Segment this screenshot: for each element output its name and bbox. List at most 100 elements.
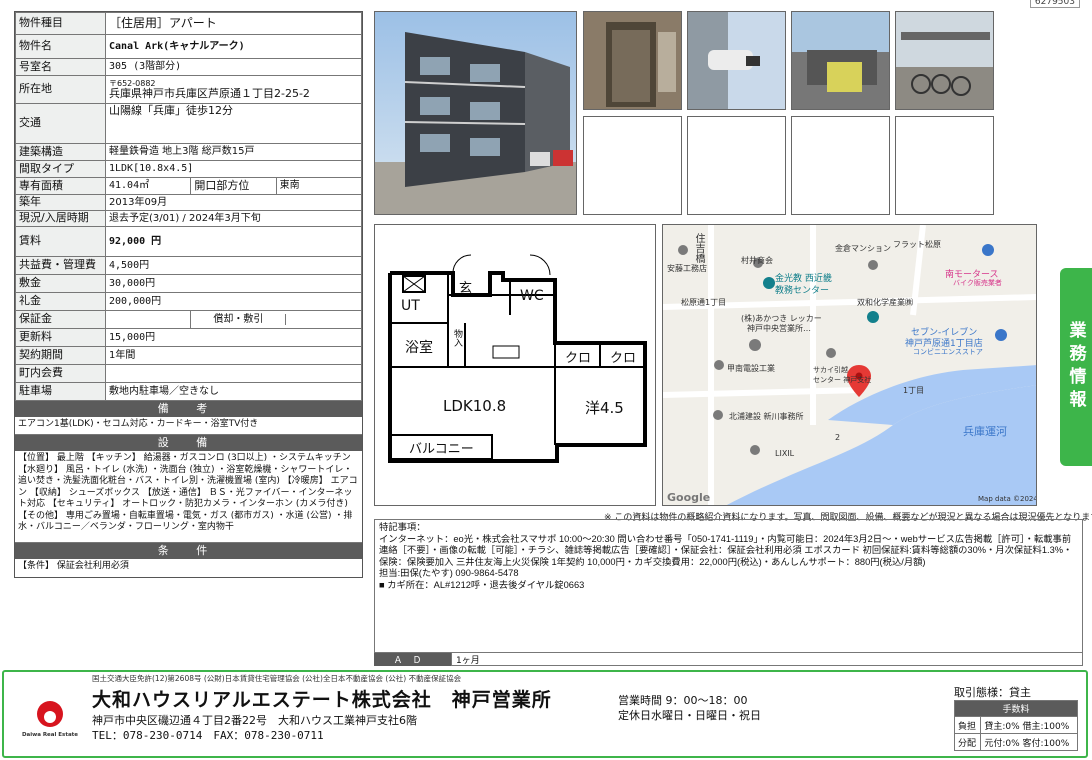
map-label: 村井商会 — [741, 256, 773, 265]
holidays: 定休日水曜日・日曜日・祝日 — [618, 709, 761, 722]
map-label: 安藤工務店 — [667, 264, 707, 273]
license-text: 国土交通大臣免許(12)第2608号 (公財)日本賃貸住宅管理協会 (公社)全日… — [92, 674, 462, 683]
notes-body: インターネット：eo光・株式会社スマサポ 10:00～20:30 問い合わせ番号… — [379, 533, 1073, 567]
company-address: 神戸市中央区磯辺通４丁目2番22号 大和ハウス工業神戸支社6階 — [92, 714, 417, 727]
label-community-fee: 町内会費 — [15, 364, 106, 383]
plan-label-entrance: 玄 — [459, 281, 473, 296]
photo-slot-empty — [895, 116, 994, 215]
label-type: 物件種目 — [15, 12, 106, 35]
value-mgmt-fee: 4,500円 — [105, 256, 362, 275]
value-contract: 1年間 — [105, 346, 362, 365]
map-label: 双和化学産業㈱ — [857, 298, 913, 307]
map-label: フラット松原 — [893, 240, 941, 249]
fee-row-key: 負担 — [953, 716, 982, 734]
joken-header: 条 件 — [15, 543, 362, 559]
map-label: 北浦建設 新川事務所 — [729, 412, 804, 421]
joken-text: 【条件】 保証会社利用必須 — [18, 561, 129, 571]
ad-label: ＡＤ — [374, 653, 451, 666]
map-label: 1丁目 — [903, 386, 925, 395]
map-attribution: Map data ©2024 — [978, 495, 1037, 503]
transaction-info: 取引態様：貸主 手数料 負担 貸主:0% 借主:100% 分配 元付:0% 客付:1… — [953, 684, 1078, 751]
floor-plan[interactable]: 玄 UT WC 浴室 物入 クロ クロ LDK10.8 洋4.5 バルコニー — [374, 224, 656, 506]
value-parking: 敷地内駐車場／空きなし — [105, 382, 362, 401]
label-name: 物件名 — [15, 34, 106, 59]
map-label-canal: 兵庫運河 — [963, 425, 1007, 438]
special-notes: 特記事項： インターネット：eo光・株式会社スマサポ 10:00～20:30 問… — [374, 519, 1083, 666]
value-room: 305 (3階部分) — [105, 58, 362, 76]
fee-row-value: 貸主:0% 借主:100% — [980, 716, 1078, 734]
label-direction: 開口部方位 — [190, 177, 277, 195]
plan-label-wc: WC — [520, 288, 544, 304]
value-key-money: 200,000円 — [105, 292, 362, 311]
setsubi-header: 設 備 — [15, 435, 362, 451]
bicycle-parking-photo[interactable] — [895, 11, 994, 110]
notes-title: 特記事項： — [379, 522, 426, 532]
plan-label-closet-2: クロ — [610, 351, 637, 366]
label-guarantee: 保証金 — [15, 310, 106, 329]
value-built: 2013年09月 — [105, 194, 362, 211]
logo-text: Daiwa Real Estate — [21, 732, 79, 738]
business-info-tab[interactable]: 業務情報 — [1060, 268, 1092, 466]
camera-photo[interactable] — [687, 11, 786, 110]
label-amortization: 償却・敷引 — [192, 313, 287, 326]
ad-bar: ＡＤ 1ヶ月 — [374, 652, 1083, 666]
company-logo: Daiwa Real Estate — [20, 700, 80, 738]
plan-label-storage: 物入 — [452, 329, 462, 347]
document-id: 6279503 — [1029, 0, 1080, 8]
map-label: 甲南電設工業 — [727, 364, 775, 373]
plan-label-balcony: バルコニー — [409, 442, 474, 457]
label-mgmt-fee: 共益費・管理費 — [15, 256, 106, 275]
value-layout: 1LDK[10.8x4.5] — [105, 160, 362, 178]
label-parking: 駐車場 — [15, 382, 106, 401]
value-direction: 東南 — [275, 177, 363, 195]
property-spec-table: 物件種目 ［住居用］アパート 物件名 Canal Ark(キャナルアーク) 号室名 3… — [14, 11, 363, 578]
label-room: 号室名 — [15, 58, 106, 76]
plan-label-utility: UT — [401, 298, 420, 314]
value-transport: 山陽線「兵庫」徒歩12分 — [105, 103, 362, 144]
plan-label-closet-1: クロ — [565, 351, 592, 366]
label-key-money: 礼金 — [15, 292, 106, 311]
daiwa-logo-icon — [37, 701, 63, 727]
label-address: 所在地 — [15, 75, 106, 104]
map-label: 松原通1丁目 — [681, 298, 727, 307]
map-label: LIXIL — [775, 449, 795, 458]
biko-header: 備 考 — [15, 401, 362, 417]
entrance-photo[interactable] — [583, 11, 682, 110]
map-label: 金倉マンション — [835, 244, 891, 253]
map-label: 教務センター — [775, 286, 830, 296]
photo-slot-empty — [687, 116, 786, 215]
exterior-photo[interactable] — [374, 11, 577, 215]
label-status: 現況/入居時期 — [15, 210, 106, 227]
map-label: センター 神戸支社 — [813, 376, 872, 384]
value-address: 兵庫県神戸市兵庫区芦原通１丁目2-25-2 — [109, 86, 310, 100]
value-structure: 軽量鉄骨造 地上3階 総戸数15戸 — [105, 143, 362, 161]
label-area: 専有面積 — [15, 177, 106, 195]
plan-label-bath: 浴室 — [405, 340, 433, 356]
value-status: 退去予定(3/01) / 2024年3月下旬 — [105, 210, 362, 227]
value-guarantee — [104, 310, 192, 329]
company-footer: Daiwa Real Estate 国土交通大臣免許(12)第2608号 (公財… — [2, 670, 1088, 758]
map-label: 2 — [835, 433, 841, 442]
plan-label-western-room: 洋4.5 — [585, 399, 624, 417]
label-deposit: 敷金 — [15, 274, 106, 293]
setsubi-text: 【位置】 最上階 【キッチン】 給湯器・ガスコンロ (3口以上) ・システムキッ… — [15, 451, 362, 543]
label-built: 築年 — [15, 194, 106, 211]
transaction-type: 取引態様：貸主 — [954, 686, 1031, 699]
fee-header: 手数料 — [954, 700, 1078, 717]
business-hours: 営業時間 9：00～18：00 — [618, 694, 748, 707]
value-name: Canal Ark(キャナルアーク) — [105, 34, 362, 59]
map-label: コンビニエンスストア — [913, 348, 983, 356]
value-type: ［住居用］アパート — [105, 12, 362, 35]
photo-slot-empty — [583, 116, 682, 215]
garbage-area-photo[interactable] — [791, 11, 890, 110]
google-logo: Google — [667, 491, 711, 504]
map-label: バイク販売業者 — [953, 279, 1002, 287]
value-area: 41.04㎡ — [104, 177, 192, 195]
label-structure: 建築構造 — [15, 143, 106, 161]
location-map[interactable]: 安藤工務店 村井商会 金倉マンション フラット松原 南モータース バイク販売業者… — [662, 224, 1037, 506]
fee-row-value: 元付:0% 客付:100% — [980, 733, 1078, 751]
value-community-fee — [105, 364, 362, 383]
value-deposit: 30,000円 — [105, 274, 362, 293]
label-contract: 契約期間 — [15, 346, 106, 365]
ad-value: 1ヶ月 — [451, 653, 480, 666]
